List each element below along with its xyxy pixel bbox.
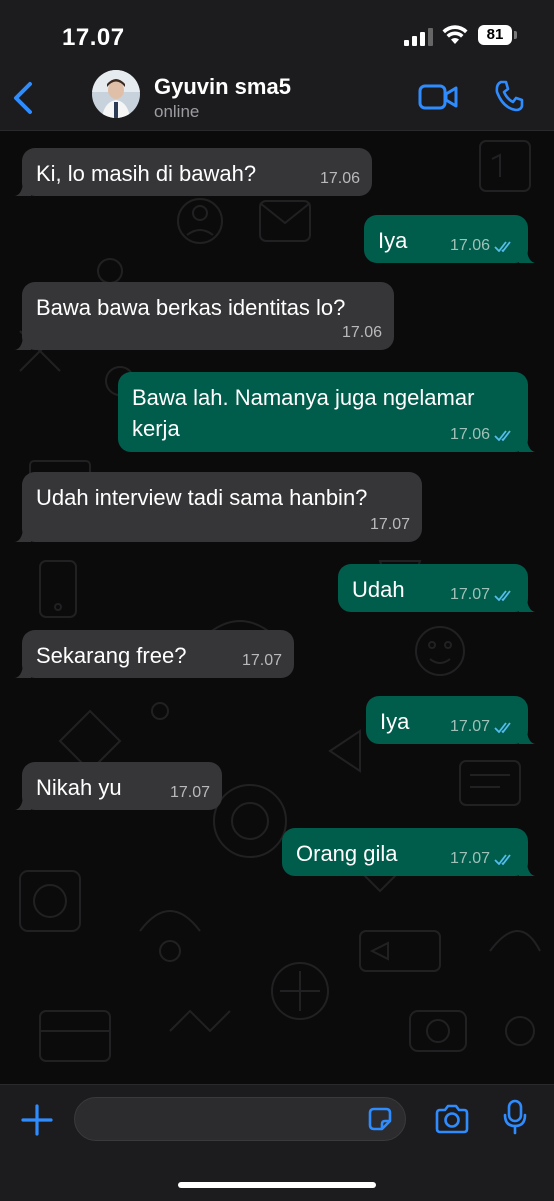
- message-time: 17.07: [369, 516, 410, 533]
- message-bubble-outgoing[interactable]: Udah 17.07: [338, 564, 535, 612]
- avatar[interactable]: [92, 70, 140, 118]
- chevron-left-icon[interactable]: [10, 80, 36, 116]
- message-bubble-incoming[interactable]: Udah interview tadi sama hanbin? 17.07: [15, 472, 422, 542]
- contact-name[interactable]: Gyuvin sma5: [154, 74, 291, 100]
- message-text: Bawa bawa berkas identitas lo?: [36, 295, 346, 320]
- message-time: 17.06: [319, 170, 360, 187]
- camera-icon[interactable]: [434, 1103, 470, 1135]
- message-bubble-incoming[interactable]: Nikah yu 17.07: [15, 762, 222, 810]
- message-bubble-outgoing[interactable]: Iya 17.06: [364, 215, 535, 263]
- read-receipt-icon: [494, 430, 511, 441]
- read-receipt-icon: [494, 241, 511, 252]
- video-camera-icon[interactable]: [418, 84, 458, 110]
- plus-icon[interactable]: [20, 1103, 54, 1137]
- read-receipt-icon: [494, 854, 511, 865]
- message-bubble-outgoing[interactable]: Orang gila 17.07: [282, 828, 535, 876]
- message-text: Ki, lo masih di bawah?: [36, 161, 257, 186]
- message-bubble-outgoing[interactable]: Bawa lah. Namanya juga ngelamar kerja 17…: [118, 372, 535, 452]
- message-time: 17.06: [449, 237, 490, 254]
- message-time: 17.07: [169, 784, 210, 801]
- microphone-icon[interactable]: [502, 1099, 528, 1135]
- message-time: 17.07: [449, 718, 490, 735]
- contact-status: online: [154, 102, 200, 121]
- message-time: 17.07: [449, 850, 490, 867]
- message-text: Bawa lah. Namanya juga ngelamar: [132, 385, 475, 410]
- home-indicator: [178, 1182, 376, 1188]
- message-bubble-incoming[interactable]: Bawa bawa berkas identitas lo? 17.06: [15, 282, 394, 350]
- message-time: 17.07: [449, 586, 490, 603]
- read-receipt-icon: [494, 722, 511, 733]
- message-bubble-incoming[interactable]: Sekarang free? 17.07: [15, 630, 294, 678]
- message-list[interactable]: Ki, lo masih di bawah? 17.06 Iya 17.06 B…: [0, 131, 554, 1084]
- wifi-icon: [442, 25, 468, 44]
- message-bubble-outgoing[interactable]: Iya 17.07: [366, 696, 535, 744]
- message-time: 17.06: [341, 324, 382, 341]
- chat-header: 17.07 81 Gyuvin sma5 online: [0, 0, 554, 131]
- read-receipt-icon: [494, 590, 511, 601]
- message-time: 17.06: [449, 426, 490, 443]
- message-bubble-incoming[interactable]: Ki, lo masih di bawah? 17.06: [15, 148, 372, 196]
- status-time: 17.07: [62, 24, 125, 51]
- message-text: Udah interview tadi sama hanbin?: [36, 485, 368, 510]
- battery-level: 81: [478, 25, 512, 45]
- sticker-icon[interactable]: [366, 1105, 394, 1133]
- message-time: 17.07: [241, 652, 282, 669]
- phone-icon[interactable]: [494, 80, 524, 112]
- cellular-signal-icon: [404, 28, 433, 46]
- message-input[interactable]: [74, 1097, 406, 1141]
- battery-indicator: 81: [478, 25, 518, 45]
